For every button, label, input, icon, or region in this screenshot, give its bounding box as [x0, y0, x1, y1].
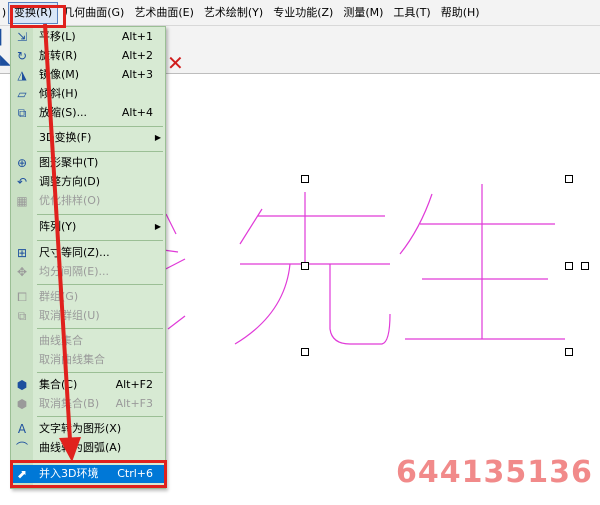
menu-item-combine[interactable]: ⬢ 集合(C) Alt+F2 [11, 376, 165, 394]
menu-item-shortcut: Alt+F2 [115, 378, 153, 391]
menu-item-shortcut: Alt+3 [121, 68, 153, 81]
menu-separator [37, 214, 163, 215]
menu-item-nesting[interactable]: ▦ 优化排样(O) [11, 192, 165, 210]
selection-handle[interactable] [301, 348, 309, 356]
menu-item-mirror[interactable]: ◮ 镜像(M) Alt+3 [11, 66, 165, 84]
menu-item-label: 曲线转为圆弧(A) [39, 441, 122, 454]
menu-item-label: 图形聚中(T) [39, 156, 99, 169]
menu-item-label: 曲线集合 [39, 334, 83, 347]
size-equal-icon: ⊞ [16, 246, 28, 260]
menu-separator [37, 240, 163, 241]
distribute-icon: ✥ [16, 265, 28, 279]
menu-art-surface[interactable]: 艺术曲面(E) [129, 3, 199, 23]
menu-separator [37, 126, 163, 127]
menu-item-shortcut: Alt+1 [121, 30, 153, 43]
menu-item-label: 集合(C) [39, 378, 78, 391]
menu-item-label: 取消曲线集合 [39, 353, 105, 366]
menu-item-label: 放缩(S)... [39, 106, 88, 119]
menu-tools[interactable]: 工具(T) [388, 3, 435, 23]
menubar-left-edge: ) [1, 6, 7, 19]
menu-bar: ) 变换(R) 几何曲面(G) 艺术曲面(E) 艺术绘制(Y) 专业功能(Z) … [0, 0, 600, 26]
menu-item-label: 均分间隔(E)... [39, 265, 110, 278]
menu-item-move[interactable]: ⇲ 平移(L) Alt+1 [11, 28, 165, 46]
curve-to-arc-icon: ⌒ [15, 441, 28, 455]
rotate-icon: ↻ [16, 49, 28, 63]
selection-handle[interactable] [565, 262, 573, 270]
menu-item-center[interactable]: ⊕ 图形聚中(T) [11, 154, 165, 172]
submenu-arrow-icon: ▶ [154, 133, 161, 142]
menu-item-label: 阵列(Y) [39, 220, 77, 233]
menu-item-label: 文字转为图形(X) [39, 422, 122, 435]
menu-professional[interactable]: 专业功能(Z) [268, 3, 338, 23]
menu-item-direction[interactable]: ↶ 调整方向(D) [11, 173, 165, 191]
menu-item-label: 群组(G) [39, 290, 79, 303]
menu-item-text-to-shape[interactable]: A 文字转为图形(X) [11, 420, 165, 438]
menu-item-shortcut: Alt+2 [121, 49, 153, 62]
glyph-stroke [329, 264, 391, 345]
menu-item-curve-collection[interactable]: 曲线集合 [11, 332, 165, 350]
menu-item-shortcut: Alt+4 [121, 106, 153, 119]
menu-item-scale[interactable]: ⧉ 放缩(S)... Alt+4 [11, 104, 165, 122]
nesting-icon: ▦ [16, 194, 28, 208]
menu-separator [37, 328, 163, 329]
menu-item-3d-transform[interactable]: 3D变换(F) ▶ [11, 129, 165, 147]
combine-icon: ⬢ [16, 378, 28, 392]
direction-icon: ↶ [16, 175, 28, 189]
close-icon[interactable]: ✕ [167, 53, 184, 73]
menu-geometric-surface[interactable]: 几何曲面(G) [58, 3, 129, 23]
menu-item-rotate[interactable]: ↻ 旋转(R) Alt+2 [11, 47, 165, 65]
menu-item-label: 调整方向(D) [39, 175, 101, 188]
menu-separator [37, 372, 163, 373]
annotation-box-menu [10, 5, 66, 28]
scale-icon: ⧉ [17, 106, 27, 120]
menu-item-size-equal[interactable]: ⊞ 尺寸等同(Z)... [11, 244, 165, 262]
menu-help[interactable]: 帮助(H) [436, 3, 485, 23]
selection-handle[interactable] [565, 348, 573, 356]
transform-dropdown-menu: ⇲ 平移(L) Alt+1 ↻ 旋转(R) Alt+2 ◮ 镜像(M) Alt+… [10, 26, 166, 489]
menu-item-uncombine[interactable]: ⬢ 取消集合(B) Alt+F3 [11, 395, 165, 413]
move-icon: ⇲ [16, 30, 28, 44]
menu-item-label: 旋转(R) [39, 49, 78, 62]
menu-item-label: 镜像(M) [39, 68, 80, 81]
menu-item-label: 平移(L) [39, 30, 76, 43]
menu-item-array[interactable]: 阵列(Y) ▶ [11, 218, 165, 236]
menu-item-cancel-curve-collection[interactable]: 取消曲线集合 [11, 351, 165, 369]
glyph-stroke [165, 213, 177, 235]
menu-item-label: 取消群组(U) [39, 309, 100, 322]
selection-handle[interactable] [565, 175, 573, 183]
menu-item-label: 3D变换(F) [39, 131, 92, 144]
menu-item-group[interactable]: ⧠ 群组(G) [11, 288, 165, 306]
menu-item-label: 倾斜(H) [39, 87, 78, 100]
menu-measure[interactable]: 测量(M) [338, 3, 388, 23]
uncombine-icon: ⬢ [16, 397, 28, 411]
skew-icon: ▱ [17, 87, 27, 101]
glyph-stroke [239, 208, 263, 245]
menu-item-label: 取消集合(B) [39, 397, 100, 410]
glyph-strokes [155, 184, 565, 345]
menu-item-shortcut: Alt+F3 [115, 397, 153, 410]
group-icon: ⧠ [17, 290, 27, 304]
mirror-icon: ◮ [17, 68, 27, 82]
watermark-text: 644135136 [396, 455, 593, 490]
selection-handle[interactable] [301, 262, 309, 270]
menu-item-curve-to-arc[interactable]: ⌒ 曲线转为圆弧(A) [11, 439, 165, 457]
selection-handle[interactable] [301, 175, 309, 183]
center-icon: ⊕ [16, 156, 28, 170]
menu-item-skew[interactable]: ▱ 倾斜(H) [11, 85, 165, 103]
menu-item-label: 尺寸等同(Z)... [39, 246, 110, 259]
menu-item-label: 优化排样(O) [39, 194, 101, 207]
menu-separator [37, 151, 163, 152]
ungroup-icon: ⧉ [17, 309, 27, 323]
text-to-shape-icon: A [17, 422, 27, 436]
annotation-box-merge-3d [10, 460, 167, 488]
menu-separator [37, 416, 163, 417]
menu-separator [37, 284, 163, 285]
glyph-stroke [167, 315, 186, 330]
selection-handle[interactable] [581, 262, 589, 270]
submenu-arrow-icon: ▶ [154, 222, 161, 231]
menu-item-ungroup[interactable]: ⧉ 取消群组(U) [11, 307, 165, 325]
glyph-stroke [234, 263, 291, 345]
menu-item-distribute[interactable]: ✥ 均分间隔(E)... [11, 263, 165, 281]
menu-art-draw[interactable]: 艺术绘制(Y) [199, 3, 268, 23]
